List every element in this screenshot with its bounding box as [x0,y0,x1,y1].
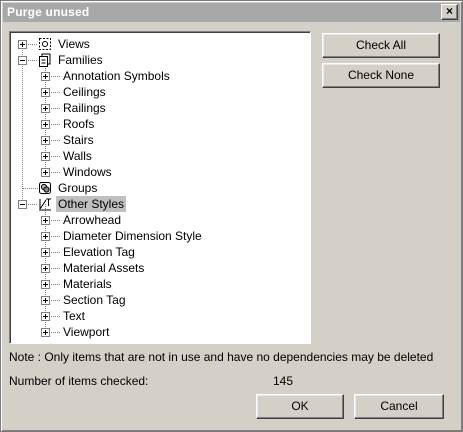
cancel-button[interactable]: Cancel [354,394,444,419]
tree-item-label: Groups [58,181,98,195]
tree-connector [51,284,61,285]
expand-icon[interactable] [41,312,50,321]
tree-item-family[interactable]: Stairs [10,132,310,148]
tree-item-label: Materials [63,277,112,291]
tree-connector [51,108,61,109]
expand-icon[interactable] [41,232,50,241]
tree-connector [51,236,61,237]
expand-icon[interactable] [41,120,50,129]
check-all-button[interactable]: Check All [322,33,440,58]
groups-icon [39,182,51,194]
collapse-icon[interactable] [18,56,27,65]
tree-item-label: Arrowhead [63,213,122,227]
tree-connector [51,124,61,125]
tree-connector [51,172,61,173]
tree-connector [51,252,61,253]
check-none-button[interactable]: Check None [322,63,440,88]
tree-item-label: Windows [63,165,112,179]
tree-item-style[interactable]: Material Assets [10,260,310,276]
tree-item-style[interactable]: Diameter Dimension Style [10,228,310,244]
expand-icon[interactable] [41,168,50,177]
styles-icon [39,198,51,211]
tree-item-label: Roofs [63,117,95,131]
tree-item-families[interactable]: Families [10,52,310,68]
tree-item-label: Railings [63,101,106,115]
tree-item-label: Section Tag [63,293,126,307]
tree-item-style[interactable]: Materials [10,276,310,292]
expand-icon[interactable] [41,104,50,113]
tree-connector [28,44,38,45]
tree-item-label: Diameter Dimension Style [63,229,202,243]
items-checked-label: Number of items checked: [9,374,149,388]
purge-tree[interactable]: Views Families Annotation Symbols Ceilin… [9,31,311,344]
tree-connector [28,60,38,61]
expand-icon[interactable] [41,296,50,305]
tree-connector [28,204,38,205]
note-text: Note : Only items that are not in use an… [9,350,434,364]
expand-icon[interactable] [41,216,50,225]
tree-item-label: Ceilings [63,85,106,99]
families-icon [39,53,51,67]
tree-item-label: Elevation Tag [63,245,135,259]
items-checked-count: 145 [273,374,294,388]
expand-icon[interactable] [18,40,27,49]
tree-item-label: Text [63,309,86,323]
tree-connector [51,332,61,333]
tree-item-style[interactable]: Arrowhead [10,212,310,228]
tree-item-label: Annotation Symbols [63,69,170,83]
tree-item-style[interactable]: Viewport [10,324,310,340]
tree-item-label: Walls [63,149,92,163]
tree-item-other-styles[interactable]: Other Styles [10,196,310,212]
expand-icon[interactable] [41,248,50,257]
expand-icon[interactable] [41,328,50,337]
tree-connector [51,316,61,317]
expand-icon[interactable] [41,88,50,97]
tree-item-style[interactable]: Text [10,308,310,324]
tree-item-family[interactable]: Annotation Symbols [10,68,310,84]
views-icon [39,38,51,50]
ok-button[interactable]: OK [256,394,344,419]
tree-connector [51,300,61,301]
purge-unused-dialog: Purge unused × Views Families Annotation… [0,0,463,432]
tree-item-label: Stairs [63,133,94,147]
expand-icon[interactable] [41,264,50,273]
collapse-icon[interactable] [18,200,27,209]
tree-item-style[interactable]: Section Tag [10,292,310,308]
tree-item-family[interactable]: Walls [10,148,310,164]
tree-connector [51,92,61,93]
tree-item-family[interactable]: Windows [10,164,310,180]
tree-item-views[interactable]: Views [10,36,310,52]
expand-icon[interactable] [41,280,50,289]
tree-item-label: Views [58,37,90,51]
tree-connector [51,76,61,77]
tree-connector [23,188,38,189]
tree-connector [51,156,61,157]
tree-item-family[interactable]: Ceilings [10,84,310,100]
expand-icon[interactable] [41,136,50,145]
expand-icon[interactable] [41,152,50,161]
tree-item-label: Viewport [63,325,110,339]
title-bar[interactable]: Purge unused × [3,3,460,22]
tree-item-label: Material Assets [63,261,145,275]
expand-icon[interactable] [41,72,50,81]
window-title: Purge unused [7,5,90,19]
tree-item-label: Families [58,53,103,67]
tree-item-family[interactable]: Roofs [10,116,310,132]
tree-connector [51,220,61,221]
tree-connector [51,140,61,141]
close-button[interactable]: × [441,4,458,20]
tree-item-family[interactable]: Railings [10,100,310,116]
tree-item-groups[interactable]: Groups [10,180,310,196]
tree-item-style[interactable]: Elevation Tag [10,244,310,260]
tree-item-label: Other Styles [56,196,127,212]
tree-connector [51,268,61,269]
